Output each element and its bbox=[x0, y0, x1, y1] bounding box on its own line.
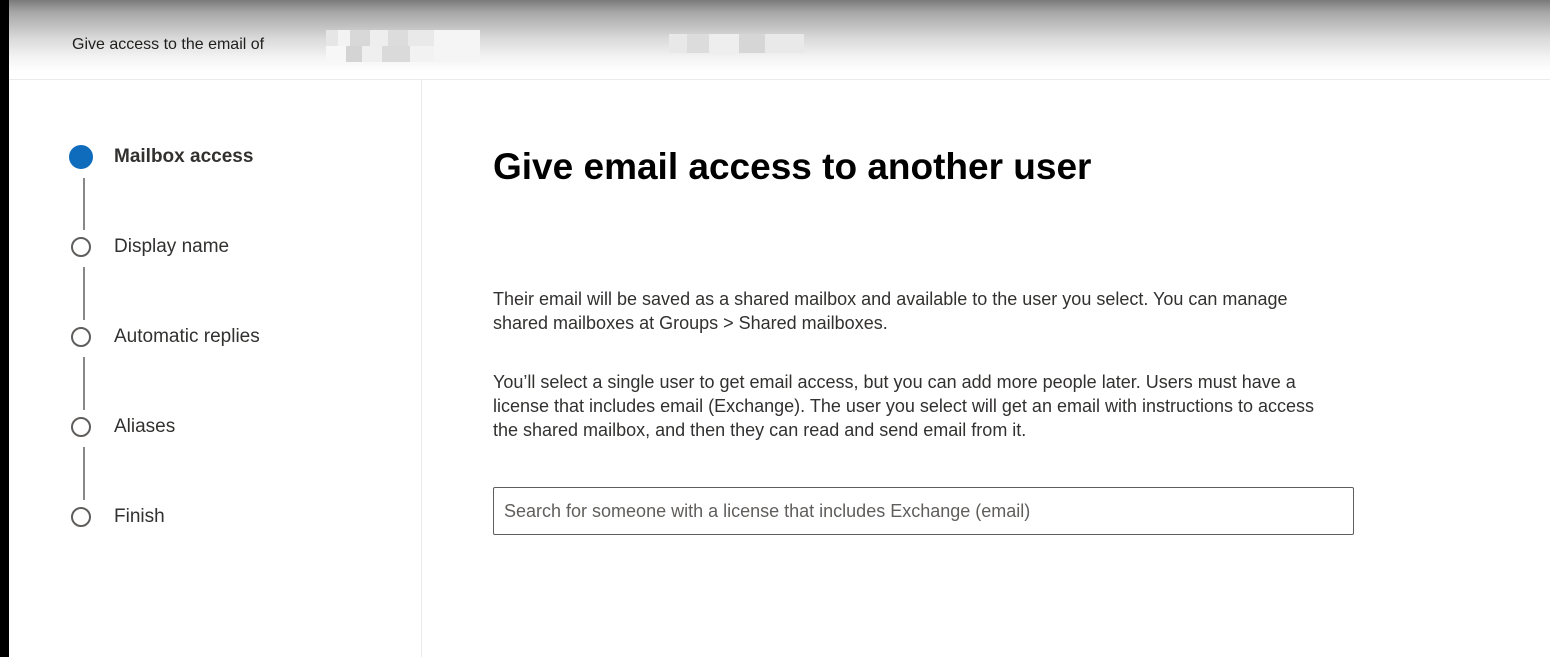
step-connector bbox=[83, 447, 85, 500]
redacted-header-text bbox=[669, 34, 804, 53]
step-label: Mailbox access bbox=[114, 146, 254, 167]
step-label: Display name bbox=[114, 236, 230, 257]
step-pending-icon bbox=[71, 417, 91, 437]
page-title: Give email access to another user bbox=[493, 146, 1092, 187]
panel-title: Give access to the email of bbox=[72, 36, 265, 53]
main-content: Give email access to another user Their … bbox=[422, 80, 1550, 657]
step-pending-icon bbox=[71, 237, 91, 257]
step-connector bbox=[83, 267, 85, 320]
description-email-access: You’ll select a single user to get email… bbox=[493, 372, 1315, 440]
step-pending-icon bbox=[71, 327, 91, 347]
user-search-box bbox=[493, 487, 1354, 535]
panel-header: Give access to the email of bbox=[0, 0, 1550, 80]
window-left-edge bbox=[0, 0, 9, 657]
step-label: Finish bbox=[114, 506, 165, 527]
user-search-input[interactable] bbox=[494, 488, 1353, 534]
step-active-icon bbox=[69, 145, 93, 169]
step-connector bbox=[83, 178, 85, 230]
description-shared-mailbox: Their email will be saved as a shared ma… bbox=[493, 289, 1288, 333]
redacted-user-name bbox=[326, 30, 480, 62]
step-connector bbox=[83, 357, 85, 410]
step-label: Aliases bbox=[114, 416, 176, 437]
step-label: Automatic replies bbox=[114, 326, 260, 347]
wizard-steps: Mailbox access Display name Automatic re… bbox=[9, 80, 422, 657]
step-pending-icon bbox=[71, 507, 91, 527]
